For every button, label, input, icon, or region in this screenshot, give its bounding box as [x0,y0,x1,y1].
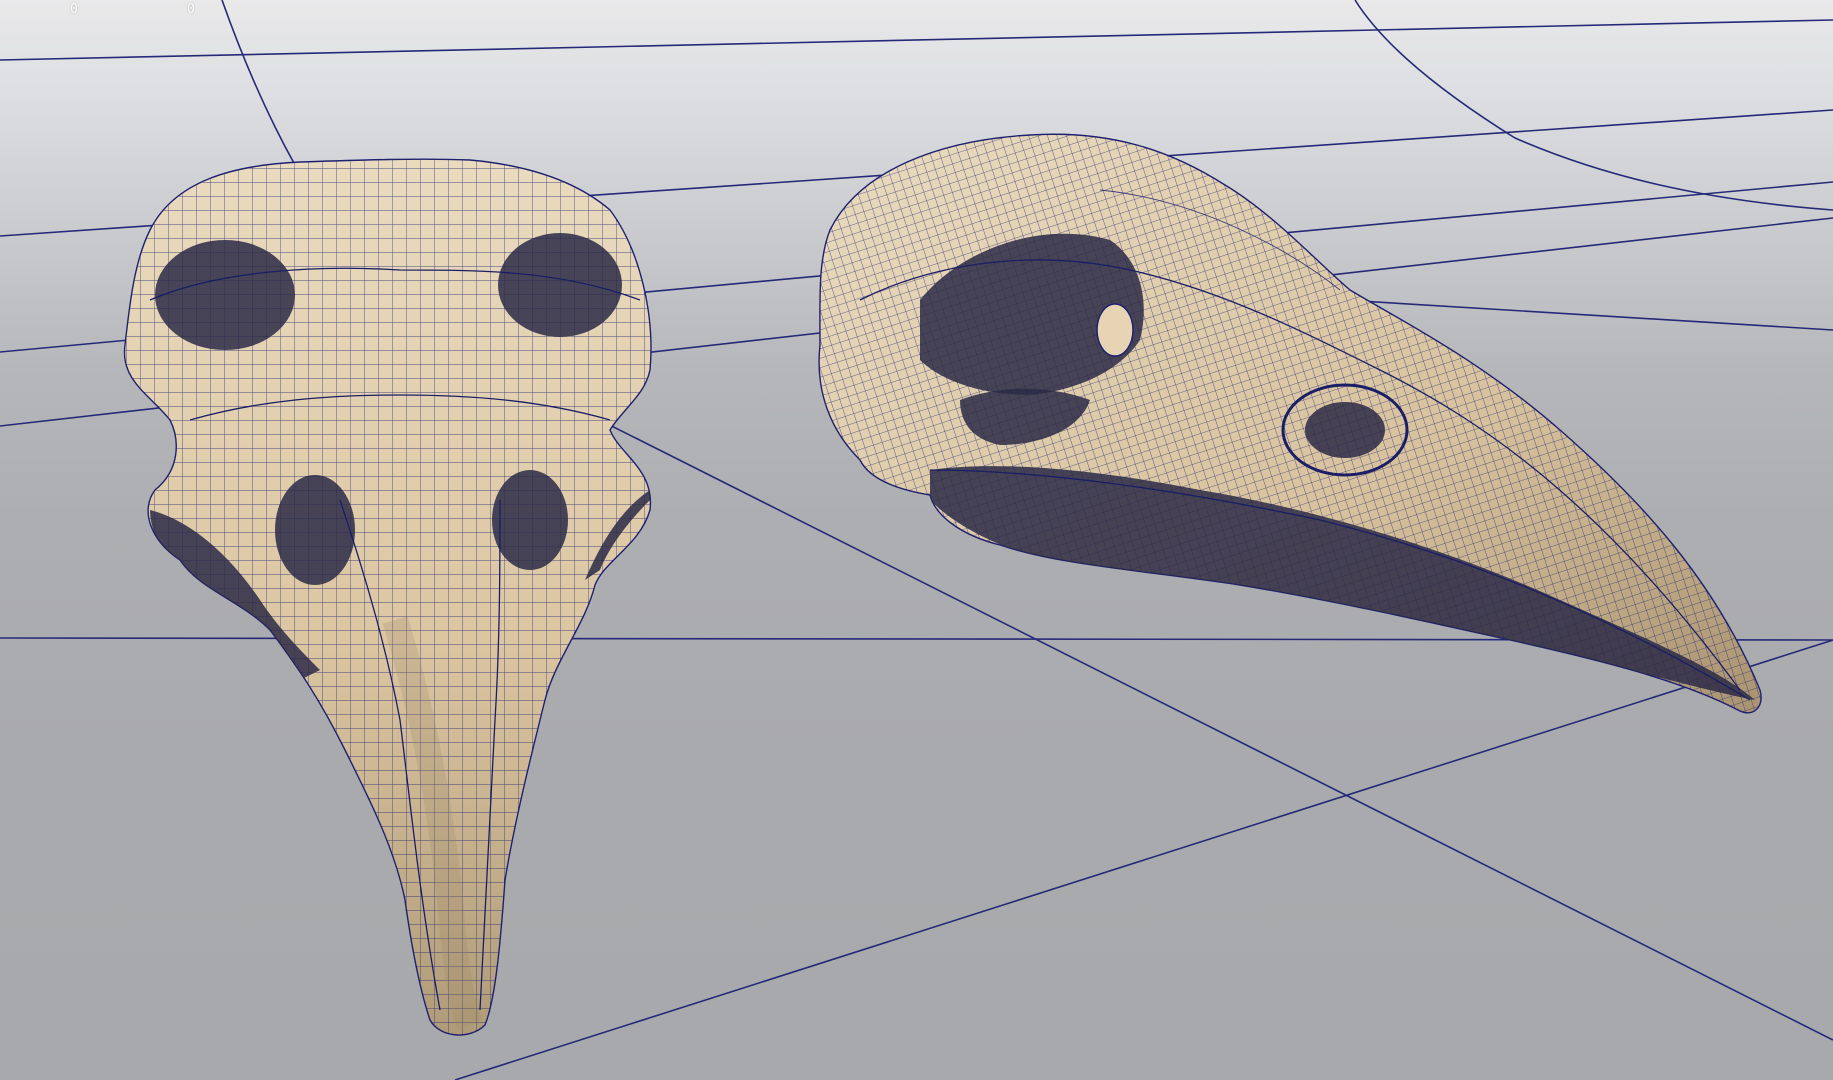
3d-viewport[interactable]: 0 0 [0,0,1833,1080]
bird-skull-front[interactable] [100,150,680,1050]
grid-line [0,19,1833,61]
grid-line [454,639,1833,1080]
bird-skull-side[interactable] [800,120,1780,740]
viewport-scene[interactable] [0,0,1833,1080]
grid-line [1354,0,1833,211]
grid-line [221,0,296,166]
